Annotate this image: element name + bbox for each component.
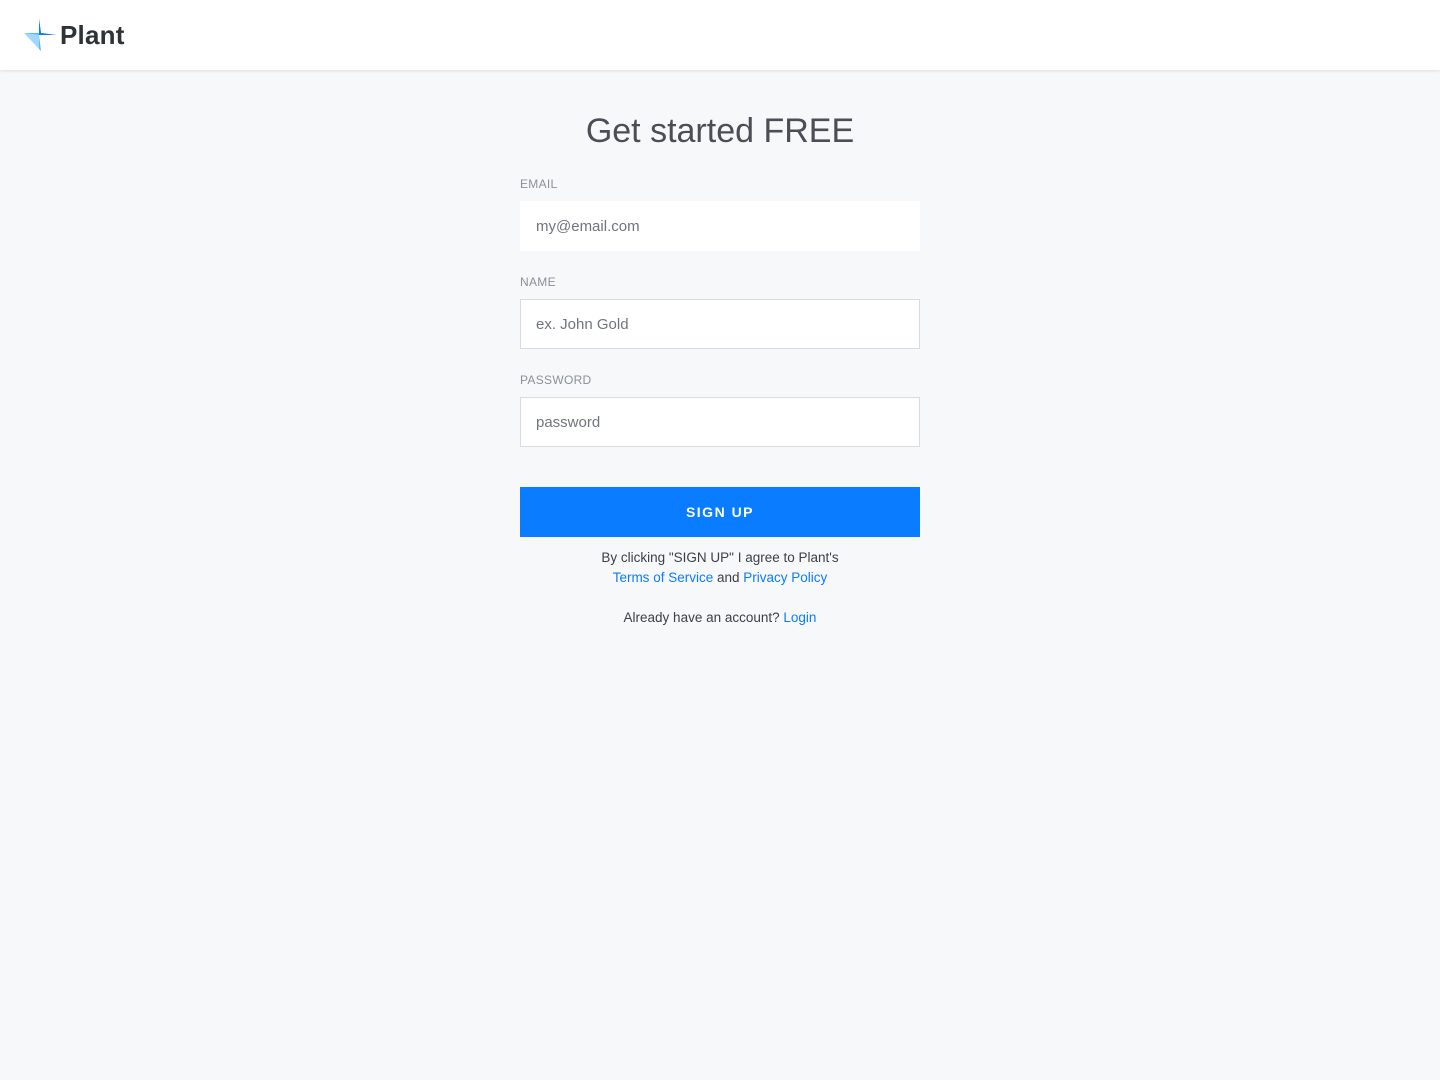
name-input[interactable]: [520, 299, 920, 349]
terms-of-service-link[interactable]: Terms of Service: [613, 570, 714, 585]
legal-notice: By clicking "SIGN UP" I agree to Plant's…: [520, 548, 920, 588]
brand-name: Plant: [60, 19, 125, 50]
legal-prefix: By clicking "SIGN UP" I agree to Plant's: [601, 550, 839, 565]
login-link[interactable]: Login: [783, 610, 816, 625]
legal-links-line: Terms of Service and Privacy Policy: [520, 568, 920, 588]
top-bar: Plant: [0, 0, 1440, 70]
password-label: PASSWORD: [520, 373, 592, 387]
brand-home-link[interactable]: Plant: [24, 19, 125, 51]
name-label: NAME: [520, 275, 556, 289]
password-input[interactable]: [520, 397, 920, 447]
login-prompt: Already have an account?: [623, 610, 780, 625]
plant-star-logo-icon: [24, 19, 56, 51]
page-title: Get started FREE: [585, 112, 855, 150]
email-label: EMAIL: [520, 177, 558, 191]
signup-form: Get started FREE EMAIL NAME PASSWORD SIG…: [520, 70, 920, 628]
login-prompt-line: Already have an account? Login: [520, 608, 920, 628]
privacy-policy-link[interactable]: Privacy Policy: [743, 570, 827, 585]
email-input[interactable]: [520, 201, 920, 251]
sign-up-button[interactable]: SIGN UP: [520, 487, 920, 537]
legal-connector: and: [716, 570, 740, 585]
